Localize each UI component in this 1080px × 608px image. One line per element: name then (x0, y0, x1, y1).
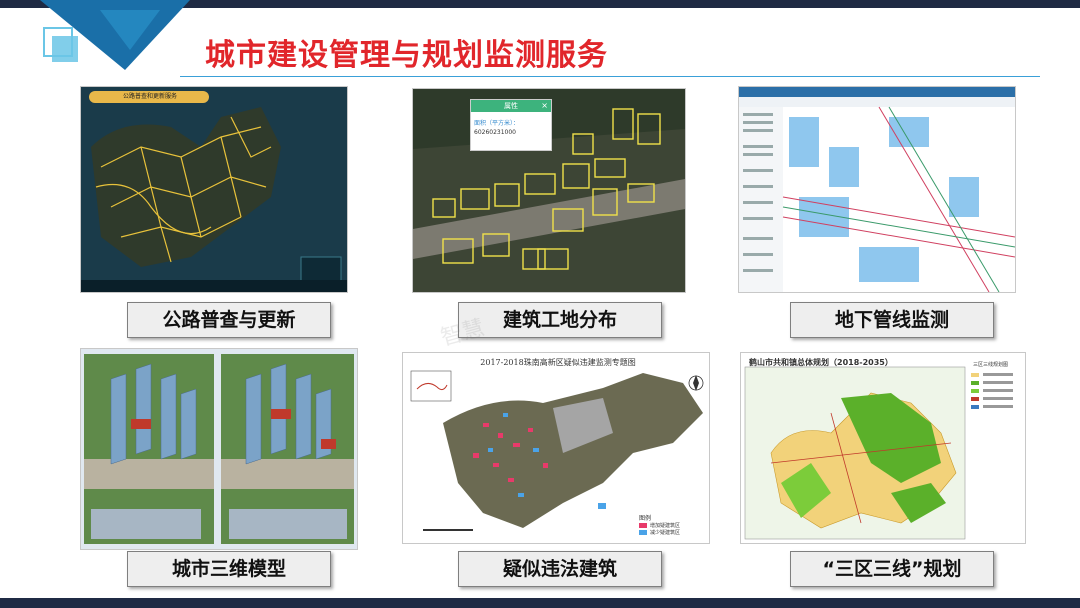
page-title: 城市建设管理与规划监测服务 (205, 38, 608, 73)
illegal-buildings-map: 2017-2018珠南高新区疑似违建监测专题图 图例 增加疑建筑区 减少疑建筑区 (402, 352, 710, 544)
bottom-bar (0, 598, 1080, 608)
caption-3d-model: 城市三维模型 (127, 551, 331, 587)
corner-decoration (40, 0, 190, 70)
illegal-legend: 图例 增加疑建筑区 减少疑建筑区 (639, 513, 705, 536)
caption-illegal-buildings: 疑似违法建筑 (458, 551, 662, 587)
popup-close-icon[interactable]: × (541, 100, 548, 112)
caption-construction-sites: 建筑工地分布 (458, 302, 662, 338)
popup-area-value: 60260231000 (474, 129, 516, 136)
city-3d-model (80, 348, 358, 550)
pipeline-monitor-screen (738, 86, 1016, 293)
caption-road-survey: 公路普查与更新 (127, 302, 331, 338)
road-survey-header: 公路普查和更新服务 (122, 93, 177, 100)
legend-increase-swatch (639, 523, 647, 528)
construction-site-map: 属性 × 面积（平方米）： 60260231000 (412, 88, 686, 293)
attribute-popup: 属性 × 面积（平方米）： 60260231000 (470, 99, 552, 151)
legend-decrease-label: 减少疑建筑区 (650, 530, 681, 536)
popup-title: 属性 (471, 100, 551, 112)
illegal-legend-title: 图例 (639, 515, 652, 522)
watermark: 智慧 (438, 315, 488, 352)
popup-area-label: 面积（平方米）： (474, 120, 520, 127)
caption-pipelines: 地下管线监测 (790, 302, 994, 338)
legend-increase-label: 增加疑建筑区 (650, 523, 681, 529)
title-divider (180, 76, 1040, 77)
legend-decrease-swatch (639, 530, 647, 535)
zoning-plan-map: 鹤山市共和镇总体规划（2018-2035） 三区三线规划图 (740, 352, 1026, 544)
road-survey-map: 公路普查和更新服务 (80, 86, 348, 293)
caption-zoning-plan: “三区三线”规划 (790, 551, 994, 587)
